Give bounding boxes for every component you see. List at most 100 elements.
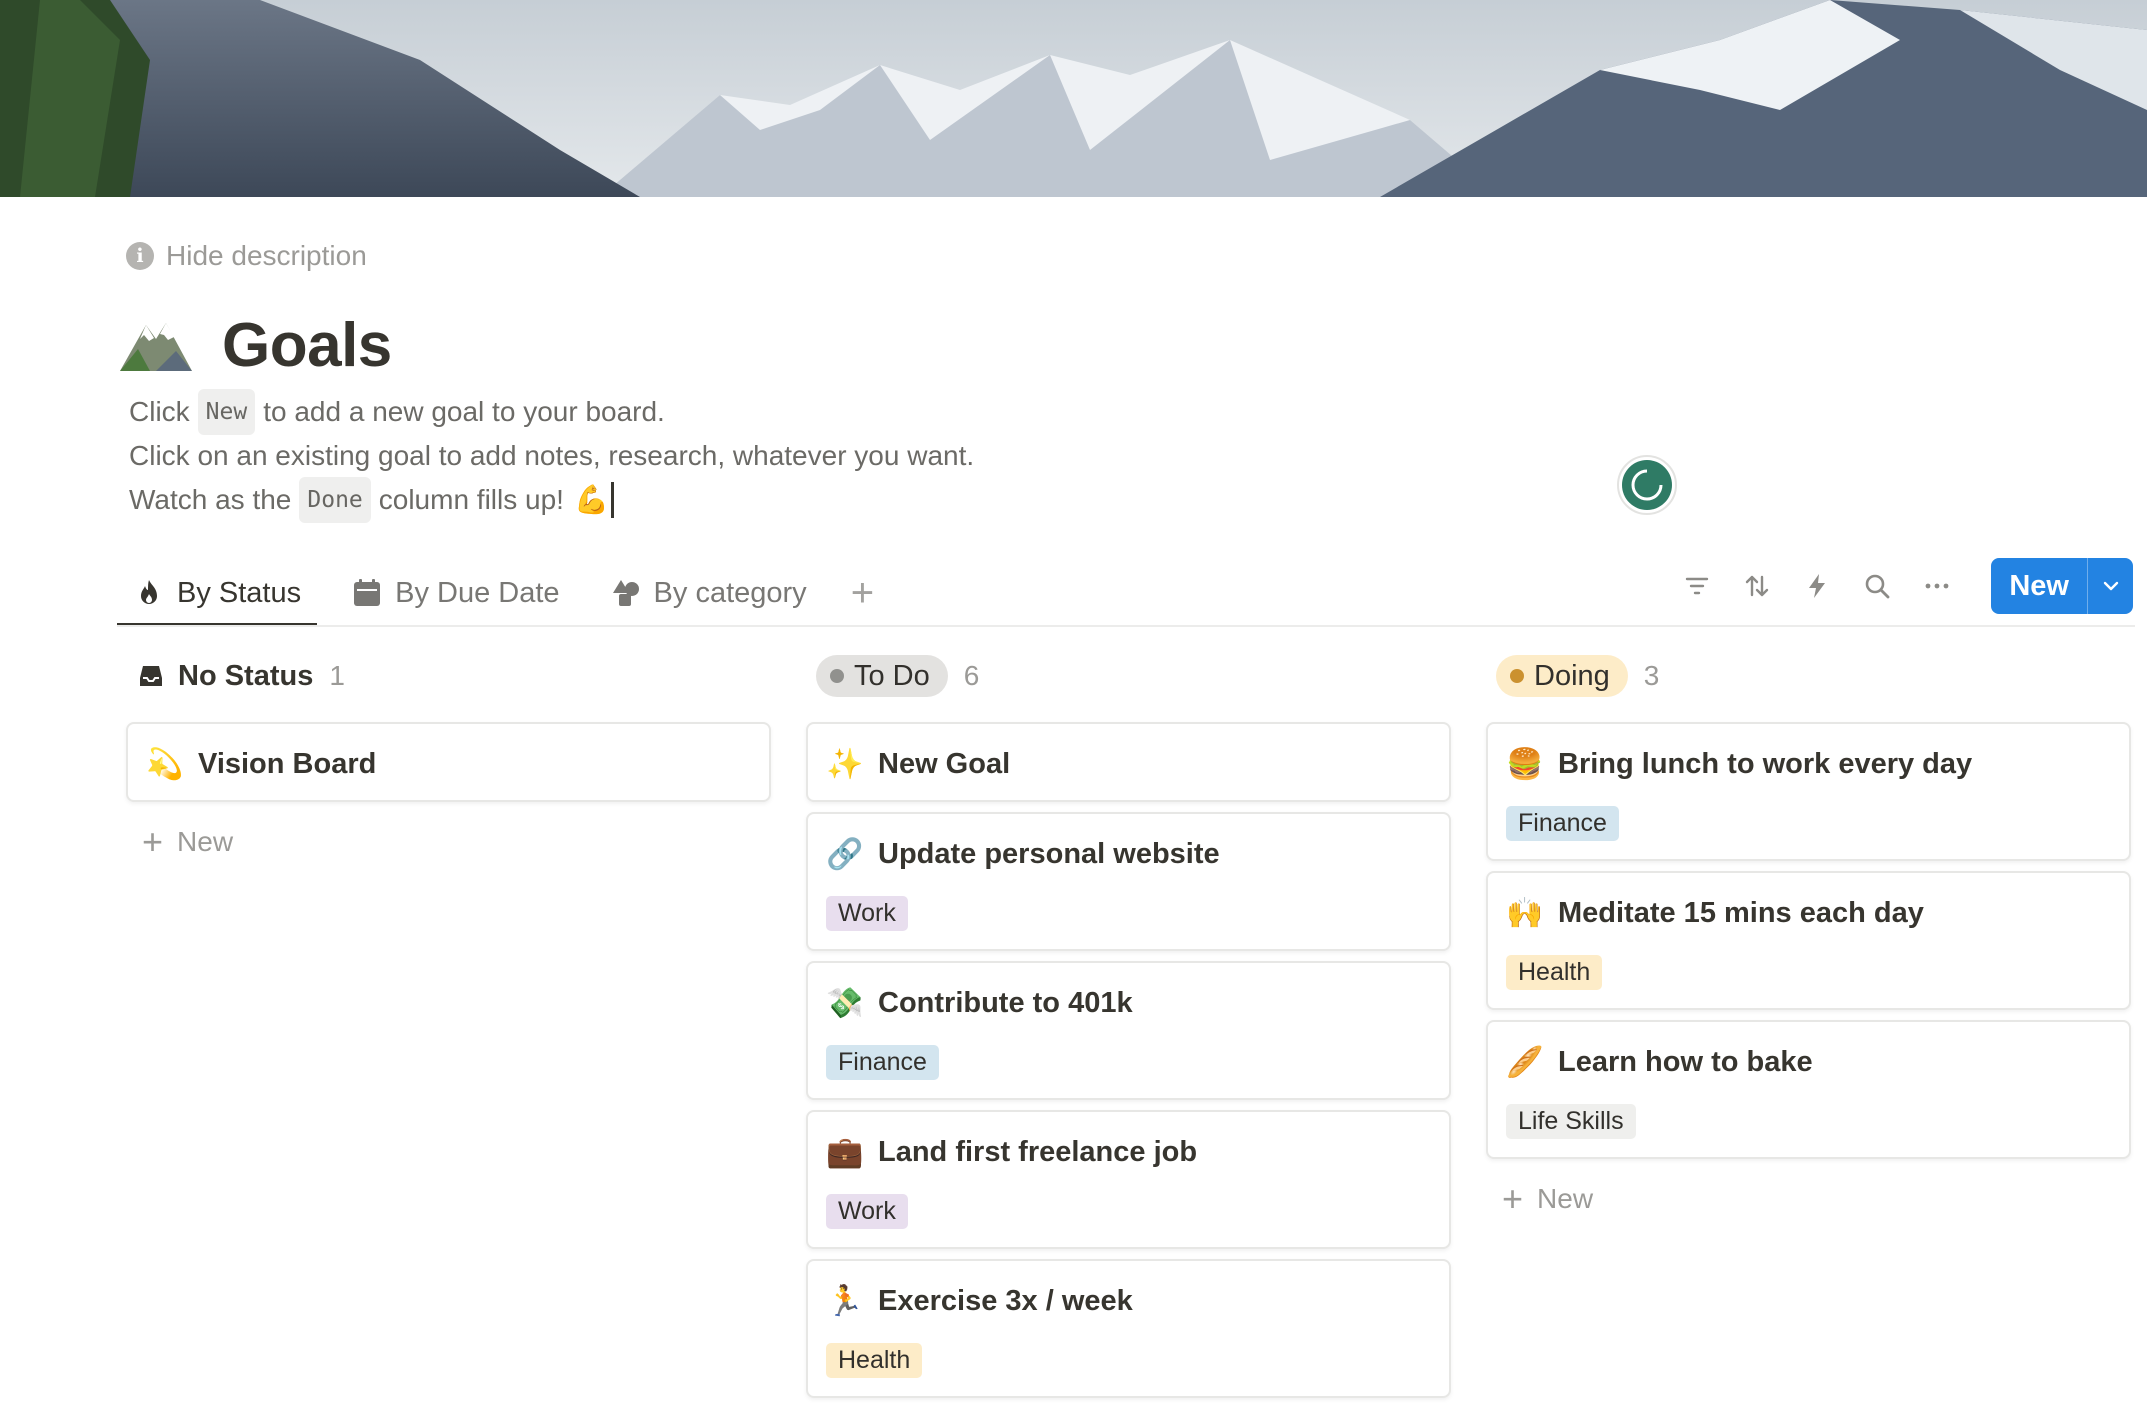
column-title-label: To Do	[854, 659, 930, 692]
column-title-label: Doing	[1534, 659, 1610, 692]
goal-card[interactable]: 🔗 Update personal website Work	[806, 812, 1451, 951]
board-column-to-do: To Do 6 ✨ New Goal 🔗 Update personal web…	[806, 652, 1451, 1408]
tab-label: By Due Date	[395, 576, 560, 609]
sort-icon[interactable]	[1727, 558, 1787, 614]
calendar-icon	[354, 579, 381, 606]
goal-card[interactable]: 🏃 Exercise 3x / week Health	[806, 1259, 1451, 1398]
briefcase-icon: 💼	[826, 1134, 864, 1170]
description-line: Watch as the Done column fills up! 💪	[129, 477, 974, 523]
description-text: Watch as the	[129, 484, 292, 515]
card-title-text: Exercise 3x / week	[878, 1284, 1133, 1317]
collaborator-avatar[interactable]	[1617, 455, 1677, 515]
view-tabs: By Status By Due Date By category +	[117, 560, 884, 627]
card-title: 🔗 Update personal website	[826, 836, 1431, 872]
goal-card[interactable]: 💫 Vision Board	[126, 722, 771, 802]
goal-card[interactable]: 💼 Land first freelance job Work	[806, 1110, 1451, 1249]
column-count: 1	[329, 660, 345, 691]
board-column-doing: Doing 3 🍔 Bring lunch to work every day …	[1486, 652, 2131, 1229]
card-title: 🏃 Exercise 3x / week	[826, 1283, 1431, 1319]
column-title: No Status	[136, 660, 313, 693]
goal-card[interactable]: 🍔 Bring lunch to work every day Finance	[1486, 722, 2131, 861]
page-title[interactable]: Goals	[222, 310, 392, 381]
baguette-icon: 🥖	[1506, 1044, 1544, 1080]
filter-icon[interactable]	[1667, 558, 1727, 614]
column-count: 3	[1643, 660, 1660, 691]
card-title: 💼 Land first freelance job	[826, 1134, 1431, 1170]
goal-card[interactable]: 🙌 Meditate 15 mins each day Health	[1486, 871, 2131, 1010]
hide-description-button[interactable]: i Hide description	[126, 240, 367, 272]
plus-icon: +	[142, 821, 164, 862]
add-card-label: New	[1537, 1183, 1594, 1214]
search-icon[interactable]	[1847, 558, 1907, 614]
category-tag: Finance	[826, 1045, 939, 1080]
hamburger-icon: 🍔	[1506, 746, 1544, 782]
automation-icon[interactable]	[1787, 558, 1847, 614]
page-header: Goals	[116, 305, 392, 385]
info-icon: i	[126, 242, 154, 270]
description-line: Click New to add a new goal to your boar…	[129, 389, 974, 435]
flexed-biceps-icon: 💪	[573, 483, 609, 516]
description-text: Click	[129, 396, 190, 427]
card-title-text: Learn how to bake	[1558, 1045, 1813, 1078]
status-dot	[1510, 669, 1524, 683]
link-icon: 🔗	[826, 836, 864, 872]
category-tag: Finance	[1506, 806, 1619, 841]
new-button[interactable]: New	[1991, 558, 2087, 614]
fire-icon	[141, 580, 157, 604]
category-tag: Work	[826, 896, 908, 931]
new-options-button[interactable]	[2087, 558, 2133, 614]
description-text: column fills up!	[378, 484, 564, 515]
tab-by-category[interactable]: By category	[594, 560, 823, 626]
money-wings-icon: 💸	[826, 985, 864, 1021]
category-tag: Health	[826, 1343, 923, 1378]
dizzy-icon: 💫	[146, 746, 184, 782]
add-card-label: New	[177, 826, 234, 857]
inline-code: New	[197, 389, 256, 435]
page-description[interactable]: Click New to add a new goal to your boar…	[129, 389, 974, 523]
tabs-divider	[117, 625, 2135, 627]
column-header[interactable]: To Do 6	[806, 652, 1451, 700]
add-card-button[interactable]: + New	[126, 812, 771, 872]
description-text: Click on an existing goal to add notes, …	[129, 440, 975, 471]
inline-code: Done	[299, 477, 371, 523]
plus-icon: +	[1502, 1178, 1524, 1219]
card-title: ✨ New Goal	[826, 746, 1431, 782]
column-header[interactable]: Doing 3	[1486, 652, 2131, 700]
card-title: 🍔 Bring lunch to work every day	[1506, 746, 2111, 782]
add-view-button[interactable]: +	[841, 560, 884, 626]
new-button-group: New	[1991, 558, 2133, 614]
column-header[interactable]: No Status 1	[126, 652, 771, 700]
card-title-text: Land first freelance job	[878, 1135, 1198, 1168]
description-text: to add a new goal to your board.	[263, 396, 665, 427]
card-title: 💸 Contribute to 401k	[826, 985, 1431, 1021]
card-title-text: Update personal website	[878, 837, 1220, 870]
add-card-button[interactable]: + New	[1486, 1169, 2131, 1229]
category-tag: Health	[1506, 955, 1603, 990]
more-icon[interactable]	[1907, 558, 1967, 614]
column-count: 6	[963, 660, 980, 691]
raised-hands-icon: 🙌	[1506, 895, 1544, 931]
goal-card[interactable]: 🥖 Learn how to bake Life Skills	[1486, 1020, 2131, 1159]
card-title-text: Bring lunch to work every day	[1558, 747, 1973, 780]
mountain-landscape	[0, 0, 2147, 197]
column-title-label: No Status	[178, 659, 314, 692]
tab-label: By Status	[177, 576, 302, 609]
card-title: 🥖 Learn how to bake	[1506, 1044, 2111, 1080]
status-dot	[830, 669, 844, 683]
cover-image	[0, 0, 2147, 197]
goal-card[interactable]: ✨ New Goal	[806, 722, 1451, 802]
tab-label: By category	[653, 576, 807, 609]
category-tag: Life Skills	[1506, 1104, 1636, 1139]
category-tag: Work	[826, 1194, 908, 1229]
card-title-text: Vision Board	[198, 747, 377, 780]
tab-by-due-date[interactable]: By Due Date	[335, 560, 575, 626]
card-title: 💫 Vision Board	[146, 746, 751, 782]
inbox-icon	[140, 666, 162, 686]
card-title-text: New Goal	[878, 747, 1011, 780]
card-title-text: Meditate 15 mins each day	[1558, 896, 1924, 929]
sparkles-icon: ✨	[826, 746, 864, 782]
goal-card[interactable]: 💸 Contribute to 401k Finance	[806, 961, 1451, 1100]
mountain-icon[interactable]	[116, 305, 196, 385]
tab-by-status[interactable]: By Status	[117, 560, 318, 627]
status-pill-doing: Doing	[1496, 655, 1628, 697]
